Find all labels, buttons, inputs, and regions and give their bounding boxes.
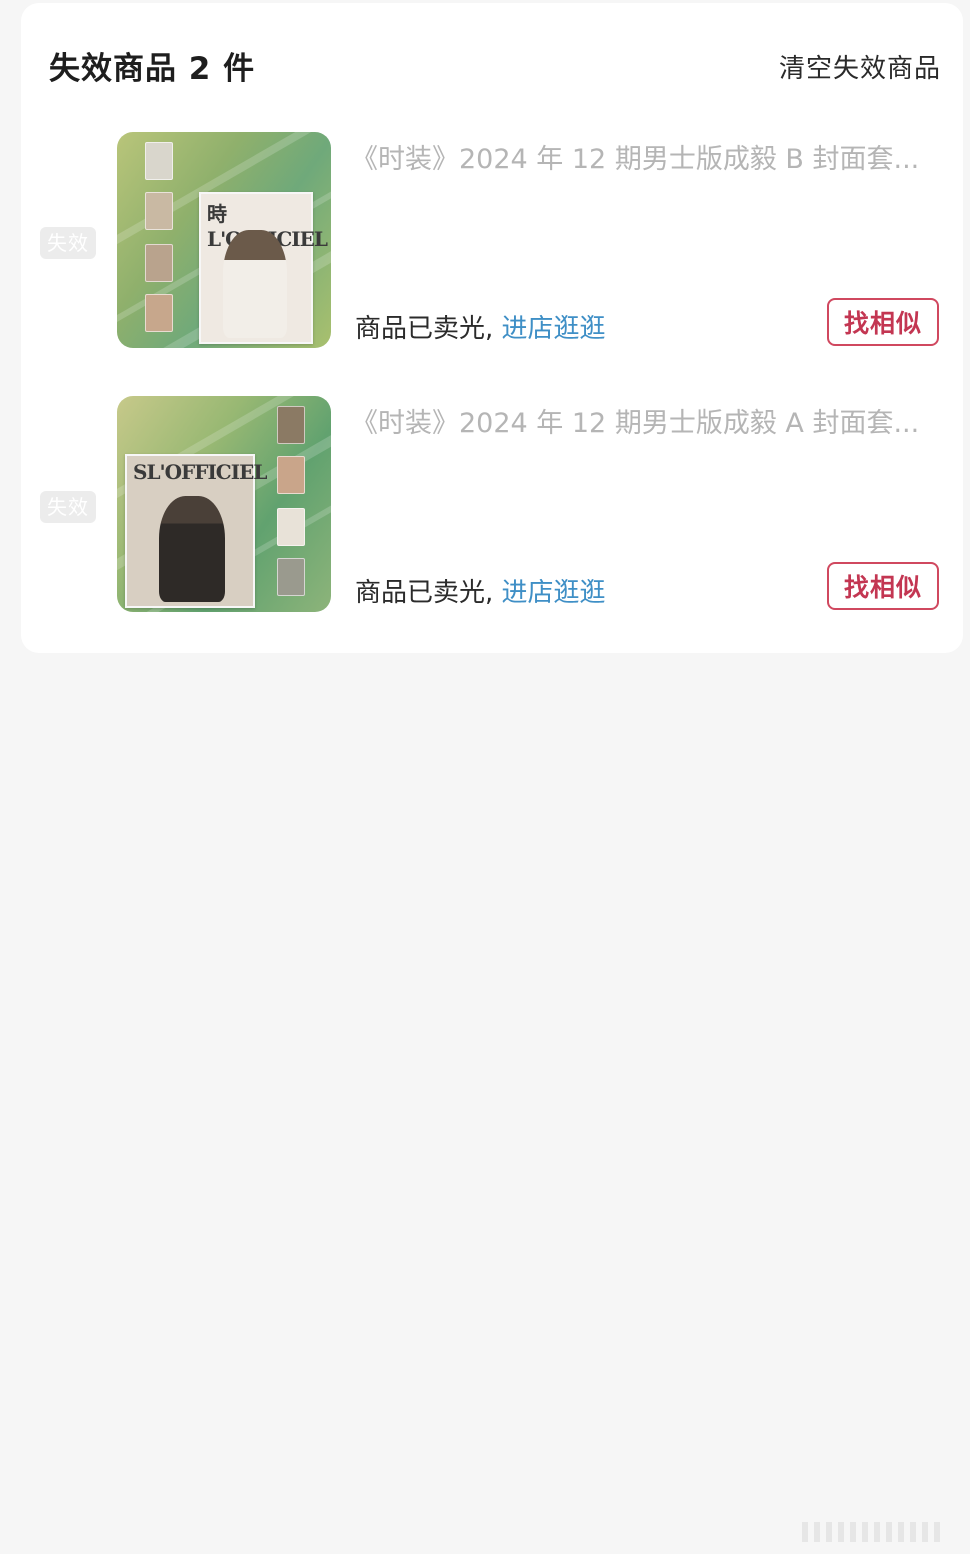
product-title[interactable]: 《时装》2024 年 12 期男士版成毅 B 封面套...: [351, 137, 951, 176]
watermark: [802, 1522, 942, 1542]
visit-shop-link[interactable]: 进店逛逛: [502, 314, 606, 344]
clear-invalid-items-button[interactable]: 清空失效商品: [779, 48, 941, 85]
sold-out-text: 商品已卖光,: [355, 578, 494, 608]
invalid-badge: 失效: [40, 491, 96, 523]
product-thumbnail[interactable]: SL'OFFICIEL: [117, 396, 331, 612]
invalid-badge: 失效: [40, 227, 96, 259]
sold-out-status: 商品已卖光, 进店逛逛: [355, 572, 606, 609]
product-title[interactable]: 《时装》2024 年 12 期男士版成毅 A 封面套...: [351, 401, 951, 440]
sold-out-text: 商品已卖光,: [355, 314, 494, 344]
sold-out-status: 商品已卖光, 进店逛逛: [355, 308, 606, 345]
product-thumbnail[interactable]: 時L'OFFICIEL: [117, 132, 331, 348]
find-similar-button[interactable]: 找相似: [827, 562, 939, 610]
invalid-items-header: 失效商品 2 件: [49, 51, 256, 87]
visit-shop-link[interactable]: 进店逛逛: [502, 578, 606, 608]
invalid-items-card: 失效商品 2 件 清空失效商品 失效 時L'OFFICIEL 《时装》2024 …: [21, 3, 963, 653]
find-similar-button[interactable]: 找相似: [827, 298, 939, 346]
invalid-item[interactable]: 失效 SL'OFFICIEL 《时装》2024 年 12 期男士版成毅 A 封面…: [21, 396, 963, 614]
invalid-item[interactable]: 失效 時L'OFFICIEL 《时装》2024 年 12 期男士版成毅 B 封面…: [21, 132, 963, 350]
